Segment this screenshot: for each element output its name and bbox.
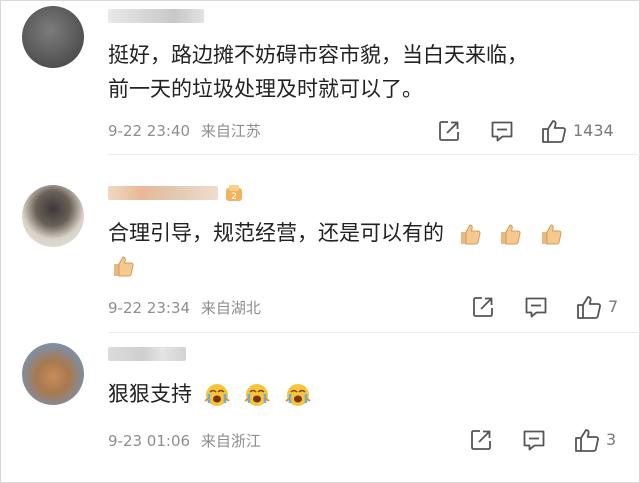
timestamp: 9-22 23:40 (108, 122, 191, 140)
timestamp: 9-22 23:34 (108, 299, 191, 317)
share-icon[interactable] (468, 427, 494, 453)
share-icon[interactable] (436, 118, 462, 144)
thumbs-up-icon[interactable] (540, 117, 568, 145)
avatar[interactable] (22, 6, 84, 68)
comment-icon[interactable] (489, 118, 515, 144)
comment-text-line: 挺好，路边摊不妨碍市容市貌，当白天来临， (108, 43, 528, 67)
comment-text-line: 合理引导，规范经营，还是可以有的 (108, 221, 444, 245)
thumbs-up-emoji (542, 224, 562, 245)
crying-face-emoji (204, 384, 230, 406)
comment-item: 挺好，路边摊不妨碍市容市貌，当白天来临， 前一天的垃圾处理及时就可以了。 9-2… (0, 0, 640, 155)
thumbs-up-emoji (114, 256, 134, 277)
username-blurred[interactable] (108, 186, 218, 200)
like-count: 7 (608, 297, 619, 316)
divider (108, 154, 640, 155)
like-count: 1434 (573, 121, 614, 140)
crying-face-emoji (244, 384, 270, 406)
like-count: 3 (606, 430, 617, 449)
thumbs-up-emoji (501, 224, 521, 245)
crying-face-emoji (285, 384, 311, 406)
share-icon[interactable] (470, 294, 496, 320)
svg-text:2: 2 (231, 192, 237, 202)
thumbs-up-icon[interactable] (575, 293, 603, 321)
comment-text: 挺好，路边摊不妨碍市容市貌，当白天来临， 前一天的垃圾处理及时就可以了。 (108, 38, 528, 106)
avatar[interactable] (22, 343, 84, 405)
avatar[interactable] (22, 185, 84, 247)
username-blurred[interactable] (108, 9, 204, 23)
location: 来自江苏 (200, 122, 261, 140)
comment-icon[interactable] (521, 427, 547, 453)
comment-meta: 9-22 23:40 来自江苏 (108, 120, 261, 141)
location: 来自湖北 (200, 299, 261, 317)
badge-icon: 2 (226, 185, 242, 202)
location: 来自浙江 (200, 432, 261, 450)
comment-meta: 9-23 01:06 来自浙江 (108, 430, 261, 451)
username-blurred[interactable] (108, 347, 186, 361)
thumbs-up-emoji (460, 224, 481, 245)
comment-text: 狠狠支持 (108, 377, 312, 411)
comment-text-line: 狠狠支持 (108, 382, 192, 406)
comment-text-line: 前一天的垃圾处理及时就可以了。 (108, 77, 423, 101)
comment-icon[interactable] (523, 294, 549, 320)
comment-meta: 9-22 23:34 来自湖北 (108, 297, 261, 318)
thumbs-up-icon[interactable] (573, 426, 601, 454)
timestamp: 9-23 01:06 (108, 432, 191, 450)
divider (108, 332, 640, 333)
comment-text: 合理引导，规范经营，还是可以有的 (108, 216, 564, 250)
